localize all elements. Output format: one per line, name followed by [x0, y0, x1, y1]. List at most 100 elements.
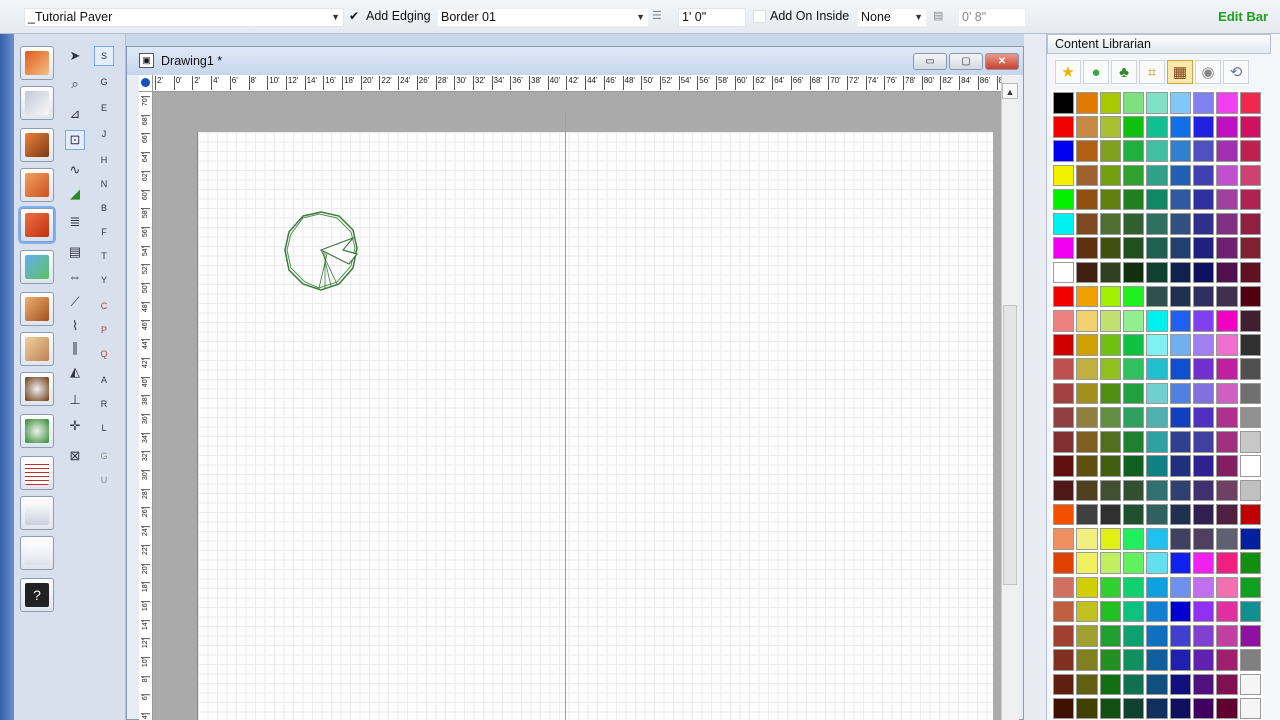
- add-edging-checkbox[interactable]: ✔: [349, 10, 362, 23]
- camera-tool[interactable]: ◭: [65, 362, 85, 382]
- color-swatch[interactable]: [1053, 188, 1075, 211]
- color-swatch[interactable]: [1193, 261, 1215, 284]
- color-swatch[interactable]: [1216, 285, 1238, 308]
- parallel-tool[interactable]: ∥: [65, 338, 85, 358]
- style-dropdown[interactable]: _Tutorial Paver ▼: [24, 8, 344, 27]
- plant-symbol[interactable]: [273, 204, 373, 304]
- color-swatch[interactable]: [1216, 358, 1238, 380]
- select-arrow-tool[interactable]: ➤: [65, 46, 85, 66]
- snap-u-tool[interactable]: U: [94, 470, 114, 490]
- color-swatch[interactable]: [1239, 503, 1261, 526]
- color-swatch[interactable]: [1193, 213, 1215, 235]
- color-swatch[interactable]: [1099, 406, 1121, 429]
- color-swatch[interactable]: [1239, 334, 1261, 356]
- color-swatch[interactable]: [1239, 455, 1261, 477]
- color-swatch[interactable]: [1099, 649, 1121, 671]
- dimension-tool[interactable]: ⇔: [65, 266, 85, 286]
- color-swatch[interactable]: [1216, 528, 1238, 550]
- color-swatch[interactable]: [1239, 285, 1261, 308]
- color-swatch[interactable]: [1193, 479, 1215, 502]
- snap-j-tool[interactable]: J: [94, 124, 114, 144]
- zoom-tool[interactable]: ⌕: [65, 74, 85, 94]
- color-swatch[interactable]: [1099, 116, 1121, 138]
- color-swatch[interactable]: [1169, 697, 1191, 720]
- color-swatch[interactable]: [1216, 625, 1238, 647]
- color-swatch[interactable]: [1193, 697, 1215, 720]
- snap-r-tool[interactable]: R: [94, 394, 114, 414]
- color-swatch[interactable]: [1053, 455, 1075, 477]
- materials-list-button[interactable]: [20, 456, 54, 490]
- color-swatch[interactable]: [1193, 600, 1215, 623]
- color-swatch[interactable]: [1099, 625, 1121, 647]
- color-swatch[interactable]: [1053, 503, 1075, 526]
- color-swatch[interactable]: [1123, 503, 1145, 526]
- color-swatch[interactable]: [1053, 697, 1075, 720]
- color-swatch[interactable]: [1053, 358, 1075, 380]
- color-swatch[interactable]: [1146, 528, 1168, 550]
- color-swatch[interactable]: [1123, 649, 1145, 671]
- color-swatch[interactable]: [1053, 600, 1075, 623]
- color-swatch[interactable]: [1239, 261, 1261, 284]
- color-swatch[interactable]: [1076, 576, 1098, 599]
- color-swatch[interactable]: [1239, 358, 1261, 380]
- color-swatch[interactable]: [1146, 697, 1168, 720]
- color-swatch[interactable]: [1053, 673, 1075, 696]
- snap-tool[interactable]: S: [94, 46, 114, 66]
- objects-tab[interactable]: ◉: [1195, 60, 1221, 84]
- grid-g-tool[interactable]: G: [94, 72, 114, 92]
- color-swatch[interactable]: [1216, 406, 1238, 429]
- color-swatch[interactable]: [1053, 625, 1075, 647]
- color-swatch[interactable]: [1193, 164, 1215, 187]
- color-swatch[interactable]: [1169, 213, 1191, 235]
- color-swatch[interactable]: [1099, 285, 1121, 308]
- color-swatch[interactable]: [1169, 140, 1191, 162]
- color-swatch[interactable]: [1053, 406, 1075, 429]
- color-swatch[interactable]: [1099, 503, 1121, 526]
- color-swatch[interactable]: [1239, 140, 1261, 162]
- color-swatch[interactable]: [1099, 188, 1121, 211]
- color-swatch[interactable]: [1123, 310, 1145, 332]
- color-swatch[interactable]: [1123, 552, 1145, 574]
- color-swatch[interactable]: [1123, 431, 1145, 453]
- color-swatch[interactable]: [1146, 92, 1168, 114]
- color-swatch[interactable]: [1169, 649, 1191, 671]
- color-swatch[interactable]: [1216, 164, 1238, 187]
- materials-tab[interactable]: ▦: [1167, 60, 1193, 84]
- color-swatch[interactable]: [1193, 188, 1215, 211]
- color-swatch[interactable]: [1053, 237, 1075, 259]
- color-swatch[interactable]: [1053, 310, 1075, 332]
- horizontal-ruler[interactable]: 2' 0' 2' 4' 6' 8' 10' 12' 14' 16' 18' 20' 22' 24' 26' 2…: [139, 75, 1001, 92]
- color-swatch[interactable]: [1099, 455, 1121, 477]
- color-swatch[interactable]: [1123, 285, 1145, 308]
- color-swatch[interactable]: [1076, 358, 1098, 380]
- color-swatch[interactable]: [1053, 552, 1075, 574]
- color-swatch[interactable]: [1099, 164, 1121, 187]
- color-swatch[interactable]: [1076, 188, 1098, 211]
- color-swatch[interactable]: [1146, 649, 1168, 671]
- color-swatch[interactable]: [1146, 455, 1168, 477]
- color-swatch[interactable]: [1099, 237, 1121, 259]
- color-swatch[interactable]: [1076, 310, 1098, 332]
- color-swatch[interactable]: [1146, 140, 1168, 162]
- color-swatch[interactable]: [1146, 310, 1168, 332]
- color-swatch[interactable]: [1169, 406, 1191, 429]
- color-swatch[interactable]: [1216, 140, 1238, 162]
- snap-l-tool[interactable]: L: [94, 418, 114, 438]
- page-button[interactable]: [20, 536, 54, 570]
- color-swatch[interactable]: [1193, 455, 1215, 477]
- color-swatch[interactable]: [1053, 116, 1075, 138]
- color-swatch[interactable]: [1146, 625, 1168, 647]
- color-swatch[interactable]: [1076, 697, 1098, 720]
- color-swatch[interactable]: [1239, 697, 1261, 720]
- color-swatch[interactable]: [1239, 673, 1261, 696]
- color-swatch[interactable]: [1053, 213, 1075, 235]
- snap-h-tool[interactable]: H: [94, 150, 114, 170]
- color-swatch[interactable]: [1239, 625, 1261, 647]
- color-swatch[interactable]: [1193, 358, 1215, 380]
- color-swatch[interactable]: [1193, 406, 1215, 429]
- color-swatch[interactable]: [1123, 528, 1145, 550]
- color-swatch[interactable]: [1099, 673, 1121, 696]
- color-swatch[interactable]: [1076, 528, 1098, 550]
- color-swatch[interactable]: [1053, 164, 1075, 187]
- color-swatch[interactable]: [1216, 310, 1238, 332]
